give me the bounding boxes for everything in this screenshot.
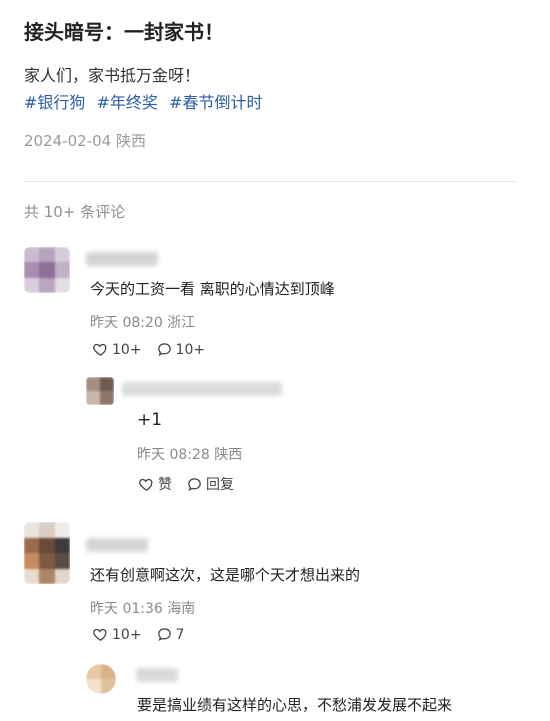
username-blurred[interactable]: [86, 538, 148, 552]
like-count: 10+: [112, 626, 142, 643]
comments-count: 共 10+ 条评论: [24, 203, 126, 221]
comment-meta: 昨天 01:36 海南: [90, 601, 196, 617]
comment-actions: 10+ 7: [92, 626, 184, 643]
reply-meta: 昨天 08:28 陕西: [137, 447, 243, 463]
like-count: 10+: [112, 341, 142, 358]
like-button[interactable]: 10+: [92, 626, 142, 643]
tag-spring-festival[interactable]: #春节倒计时: [169, 93, 262, 112]
heart-outline-icon: [92, 626, 109, 643]
like-label: 赞: [158, 477, 172, 493]
reply-count: 10+: [175, 341, 206, 358]
comment-meta: 昨天 08:20 浙江: [90, 315, 196, 331]
tag-year-end-bonus[interactable]: #年终奖: [97, 93, 158, 112]
reply-text: +1: [137, 410, 163, 430]
post-body: 家人们，家书抵万金呀！: [24, 66, 201, 85]
username-blurred[interactable]: [122, 382, 282, 396]
avatar[interactable]: [24, 247, 70, 293]
reply-text: 要是搞业绩有这样的心思，不愁浦发发展不起来: [137, 696, 453, 714]
username-blurred[interactable]: [136, 668, 178, 682]
comment-actions: 10+ 10+: [92, 341, 205, 358]
reply-actions: 赞 回复: [138, 474, 234, 494]
avatar[interactable]: [24, 522, 70, 584]
heart-outline-icon: [138, 476, 155, 493]
reply-button[interactable]: 7: [156, 626, 185, 643]
reply-label: 回复: [206, 477, 234, 493]
username-blurred[interactable]: [86, 252, 158, 266]
speech-bubble-icon: [156, 626, 173, 643]
like-button[interactable]: 10+: [92, 341, 142, 358]
tag-list: #银行狗 #年终奖 #春节倒计时: [24, 89, 268, 113]
avatar[interactable]: [86, 377, 114, 405]
speech-bubble-icon: [186, 476, 203, 493]
divider: [24, 181, 516, 182]
tag-bank[interactable]: #银行狗: [24, 93, 85, 112]
post-meta: 2024-02-04 陕西: [24, 132, 146, 150]
comment-text: 今天的工资一看 离职的心情达到顶峰: [90, 280, 335, 298]
avatar[interactable]: [86, 664, 116, 694]
speech-bubble-icon: [156, 341, 173, 358]
heart-outline-icon: [92, 341, 109, 358]
post-title: 接头暗号：一封家书！: [24, 20, 224, 44]
comment-text: 还有创意啊这次，这是哪个天才想出来的: [90, 566, 361, 584]
like-button[interactable]: 赞: [138, 474, 172, 494]
reply-count: 7: [175, 626, 185, 643]
reply-button[interactable]: 10+: [156, 341, 206, 358]
reply-button[interactable]: 回复: [186, 474, 234, 494]
